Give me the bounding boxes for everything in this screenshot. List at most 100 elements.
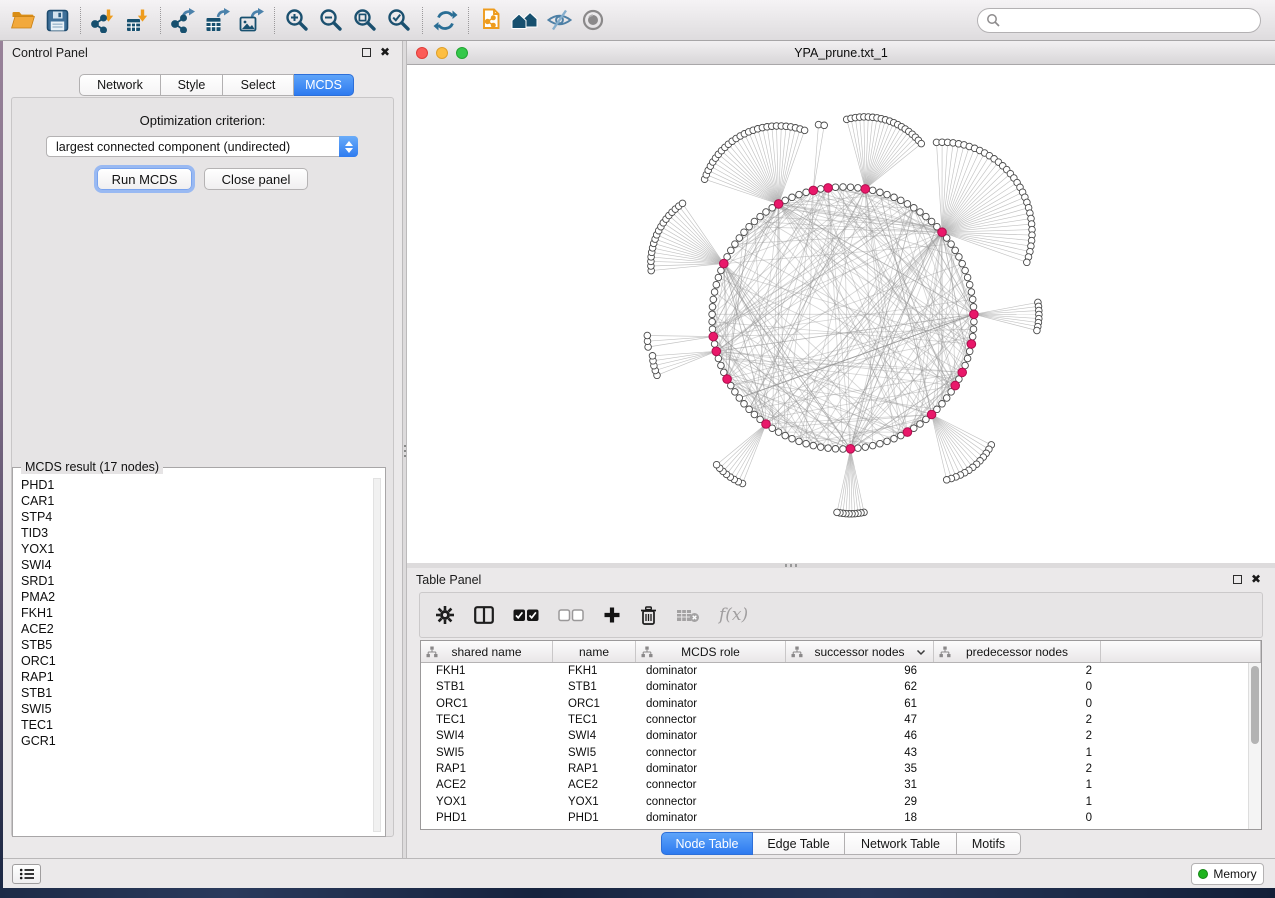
mcds-result-node[interactable]: STP4 bbox=[21, 509, 371, 525]
deselect-all-button[interactable] bbox=[558, 609, 584, 622]
export-network-button[interactable] bbox=[168, 5, 198, 35]
cell-predecessor-nodes: 0 bbox=[934, 812, 1101, 824]
tab-mcds[interactable]: MCDS bbox=[294, 74, 354, 96]
cell-successor-nodes: 29 bbox=[786, 796, 934, 808]
float-window-icon[interactable] bbox=[362, 48, 371, 57]
zoom-selected-button[interactable] bbox=[384, 5, 414, 35]
cell-mcds-role: dominator bbox=[636, 812, 786, 824]
mcds-list-scrollbar[interactable] bbox=[373, 478, 381, 832]
select-all-button[interactable] bbox=[513, 609, 539, 622]
column-header-successor-nodes[interactable]: successor nodes bbox=[786, 641, 934, 662]
column-header-mcds-role[interactable]: MCDS role bbox=[636, 641, 786, 662]
cell-successor-nodes: 31 bbox=[786, 779, 934, 791]
save-session-button[interactable] bbox=[42, 5, 72, 35]
gear-icon bbox=[435, 605, 455, 625]
delete-rows-button[interactable] bbox=[640, 606, 657, 625]
tab-edge-table[interactable]: Edge Table bbox=[753, 832, 845, 855]
table-row[interactable]: ORC1 ORC1 dominator 61 0 bbox=[421, 696, 1248, 712]
mcds-result-node[interactable]: FKH1 bbox=[21, 605, 371, 621]
tab-style[interactable]: Style bbox=[161, 74, 223, 96]
columns-icon bbox=[474, 606, 494, 624]
mcds-result-node[interactable]: TID3 bbox=[21, 525, 371, 541]
mcds-result-node[interactable]: SWI5 bbox=[21, 701, 371, 717]
close-panel-icon[interactable]: ✖ bbox=[1251, 574, 1261, 584]
mcds-result-node[interactable]: PHD1 bbox=[21, 477, 371, 493]
table-row[interactable]: SWI5 SWI5 connector 43 1 bbox=[421, 744, 1248, 760]
network-view-titlebar: YPA_prune.txt_1 bbox=[407, 41, 1275, 65]
show-graphics-details-button[interactable] bbox=[578, 5, 608, 35]
zoom-in-button[interactable] bbox=[282, 5, 312, 35]
table-row[interactable]: ACE2 ACE2 connector 31 1 bbox=[421, 777, 1248, 793]
export-image-button[interactable] bbox=[236, 5, 266, 35]
zoom-fit-button[interactable] bbox=[350, 5, 380, 35]
tree-icon bbox=[426, 646, 438, 658]
close-panel-button[interactable]: Close panel bbox=[204, 168, 308, 190]
import-table-button[interactable] bbox=[122, 5, 152, 35]
mcds-result-node[interactable]: SRD1 bbox=[21, 573, 371, 589]
status-bar: Memory bbox=[3, 858, 1275, 888]
float-window-icon[interactable] bbox=[1233, 575, 1242, 584]
mcds-result-node[interactable]: ACE2 bbox=[21, 621, 371, 637]
mcds-result-node[interactable]: PMA2 bbox=[21, 589, 371, 605]
main-toolbar bbox=[0, 0, 1275, 41]
mcds-result-node[interactable]: RAP1 bbox=[21, 669, 371, 685]
optimization-criterion-value: largest connected component (undirected) bbox=[47, 140, 339, 154]
tab-network[interactable]: Network bbox=[79, 74, 161, 96]
toolbar-separator bbox=[468, 7, 469, 34]
network-graph[interactable] bbox=[407, 65, 1275, 563]
column-header-predecessor-nodes[interactable]: predecessor nodes bbox=[934, 641, 1101, 662]
export-table-button[interactable] bbox=[202, 5, 232, 35]
column-header-name[interactable]: name bbox=[553, 641, 636, 662]
mcds-result-node[interactable]: ORC1 bbox=[21, 653, 371, 669]
table-scrollbar-thumb[interactable] bbox=[1251, 666, 1259, 744]
mcds-result-node[interactable]: TEC1 bbox=[21, 717, 371, 733]
tab-select[interactable]: Select bbox=[223, 74, 294, 96]
table-row[interactable]: FKH1 FKH1 dominator 96 2 bbox=[421, 663, 1248, 679]
new-network-from-selection-button[interactable] bbox=[476, 5, 506, 35]
open-session-button[interactable] bbox=[8, 5, 38, 35]
hide-graphics-details-button[interactable] bbox=[544, 5, 574, 35]
tab-node-table[interactable]: Node Table bbox=[661, 832, 753, 855]
add-row-button[interactable] bbox=[603, 606, 621, 624]
run-mcds-button[interactable]: Run MCDS bbox=[97, 168, 192, 190]
network-overview-button[interactable] bbox=[510, 5, 540, 35]
mcds-result-node[interactable]: SWI4 bbox=[21, 557, 371, 573]
memory-button[interactable]: Memory bbox=[1191, 863, 1264, 885]
tab-motifs[interactable]: Motifs bbox=[957, 832, 1021, 855]
cell-mcds-role: connector bbox=[636, 714, 786, 726]
task-history-button[interactable] bbox=[12, 864, 41, 884]
checked-boxes-icon bbox=[513, 609, 539, 622]
mcds-result-node[interactable]: STB1 bbox=[21, 685, 371, 701]
import-network-button[interactable] bbox=[88, 5, 118, 35]
unchecked-boxes-icon bbox=[558, 609, 584, 622]
zoom-fit-icon bbox=[352, 7, 378, 33]
table-row[interactable]: YOX1 YOX1 connector 29 1 bbox=[421, 793, 1248, 809]
table-panel: Table Panel ✖ bbox=[407, 568, 1275, 858]
table-row[interactable]: STB1 STB1 dominator 62 0 bbox=[421, 679, 1248, 695]
table-row[interactable]: TEC1 TEC1 connector 47 2 bbox=[421, 712, 1248, 728]
mcds-result-node[interactable]: CAR1 bbox=[21, 493, 371, 509]
search-icon bbox=[986, 13, 1000, 27]
mcds-result-node[interactable]: YOX1 bbox=[21, 541, 371, 557]
node-table: shared name name MCDS role successor nod… bbox=[420, 640, 1262, 830]
table-row[interactable]: PHD1 PHD1 dominator 18 0 bbox=[421, 810, 1248, 826]
tree-icon bbox=[939, 646, 951, 658]
search-field[interactable] bbox=[977, 8, 1261, 33]
tab-network-table[interactable]: Network Table bbox=[845, 832, 957, 855]
houses-icon bbox=[511, 7, 539, 33]
close-panel-icon[interactable]: ✖ bbox=[380, 47, 390, 57]
table-row[interactable]: RAP1 RAP1 dominator 35 2 bbox=[421, 761, 1248, 777]
table-scrollbar[interactable] bbox=[1248, 663, 1261, 829]
table-row[interactable]: SWI4 SWI4 dominator 46 2 bbox=[421, 728, 1248, 744]
column-header-shared-name[interactable]: shared name bbox=[421, 641, 553, 662]
table-panel-tabs: Node Table Edge Table Network Table Moti… bbox=[407, 832, 1275, 855]
mcds-result-node[interactable]: GCR1 bbox=[21, 733, 371, 749]
search-input[interactable] bbox=[1000, 10, 1260, 30]
refresh-layout-button[interactable] bbox=[430, 5, 460, 35]
column-label: shared name bbox=[451, 645, 521, 659]
mcds-result-node[interactable]: STB5 bbox=[21, 637, 371, 653]
show-column-button[interactable] bbox=[474, 606, 494, 624]
zoom-out-button[interactable] bbox=[316, 5, 346, 35]
table-options-button[interactable] bbox=[435, 605, 455, 625]
optimization-criterion-select[interactable]: largest connected component (undirected) bbox=[46, 136, 358, 157]
